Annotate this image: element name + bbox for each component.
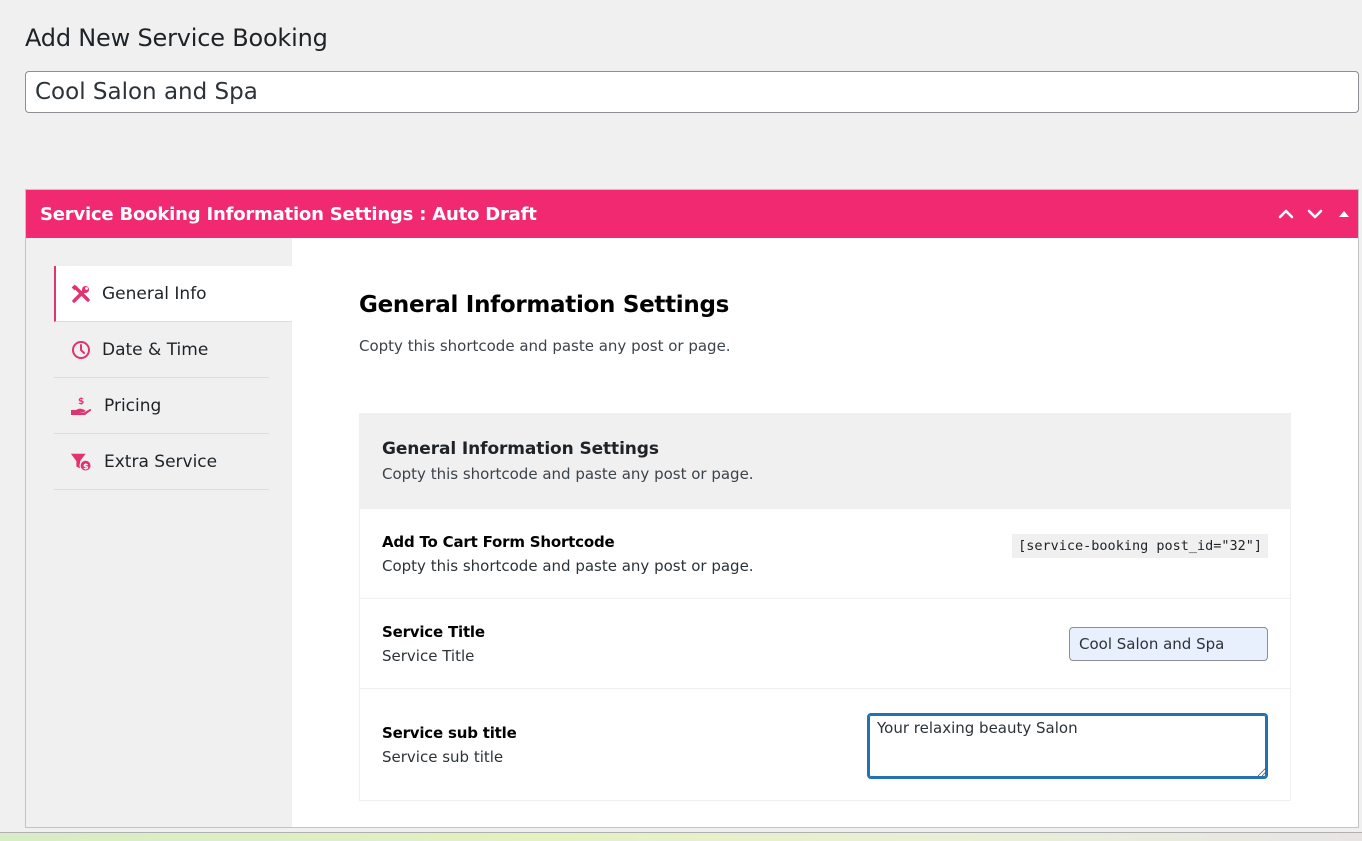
sidebar-item-pricing[interactable]: $ Pricing	[54, 378, 269, 434]
row-label: Service Title	[382, 622, 485, 641]
settings-sidebar: General Info Date & Time $ Pricing $ Ext…	[26, 238, 292, 827]
service-title-input[interactable]	[1069, 626, 1268, 661]
metabox-title: Service Booking Information Settings : A…	[40, 203, 537, 225]
settings-box-title: General Information Settings	[382, 439, 659, 459]
metabox-header[interactable]: Service Booking Information Settings : A…	[26, 190, 1358, 238]
service-booking-metabox: Service Booking Information Settings : A…	[25, 189, 1359, 828]
move-up-button[interactable]	[1271, 190, 1300, 238]
sidebar-item-general-info[interactable]: General Info	[54, 266, 292, 322]
section-description: Copty this shortcode and paste any post …	[359, 337, 731, 355]
settings-box-header: General Information Settings Copty this …	[360, 414, 1290, 509]
sidebar-item-label: Pricing	[104, 395, 162, 416]
triangle-up-icon	[1338, 211, 1349, 217]
move-down-button[interactable]	[1300, 190, 1329, 238]
section-title: General Information Settings	[359, 292, 729, 318]
row-label: Service sub title	[382, 723, 517, 742]
sidebar-item-label: Date & Time	[102, 339, 209, 360]
sidebar-item-extra-service[interactable]: $ Extra Service	[54, 434, 269, 490]
row-description: Service Title	[382, 646, 475, 665]
chevron-up-icon	[1278, 209, 1293, 219]
post-title-input[interactable]	[25, 71, 1359, 113]
settings-box-description: Copty this shortcode and paste any post …	[382, 465, 754, 483]
shortcode-row: Add To Cart Form Shortcode Copty this sh…	[360, 509, 1290, 599]
chevron-down-icon	[1307, 209, 1322, 219]
row-description: Service sub title	[382, 747, 504, 766]
clock-icon	[70, 339, 92, 361]
row-description: Copty this shortcode and paste any post …	[382, 556, 754, 575]
sidebar-item-label: Extra Service	[104, 451, 218, 472]
service-subtitle-row: Service sub title Service sub title Your…	[360, 689, 1290, 800]
hand-dollar-icon: $	[70, 395, 92, 417]
tools-icon	[70, 283, 92, 305]
row-label: Add To Cart Form Shortcode	[382, 532, 615, 551]
sidebar-item-label: General Info	[102, 283, 207, 304]
svg-text:$: $	[83, 460, 89, 470]
metabox-controls	[1271, 190, 1358, 238]
taskbar-edge	[0, 832, 1362, 841]
filter-dollar-icon: $	[70, 451, 92, 473]
service-subtitle-textarea[interactable]: Your relaxing beauty Salon	[867, 713, 1268, 779]
toggle-panel-button[interactable]	[1329, 190, 1358, 238]
svg-text:$: $	[78, 397, 84, 407]
sidebar-item-date-time[interactable]: Date & Time	[54, 322, 269, 378]
settings-box: General Information Settings Copty this …	[359, 413, 1291, 801]
service-title-row: Service Title Service Title	[360, 599, 1290, 689]
page-title: Add New Service Booking	[25, 24, 328, 52]
shortcode-value[interactable]: [service-booking post_id="32"]	[1012, 533, 1268, 558]
